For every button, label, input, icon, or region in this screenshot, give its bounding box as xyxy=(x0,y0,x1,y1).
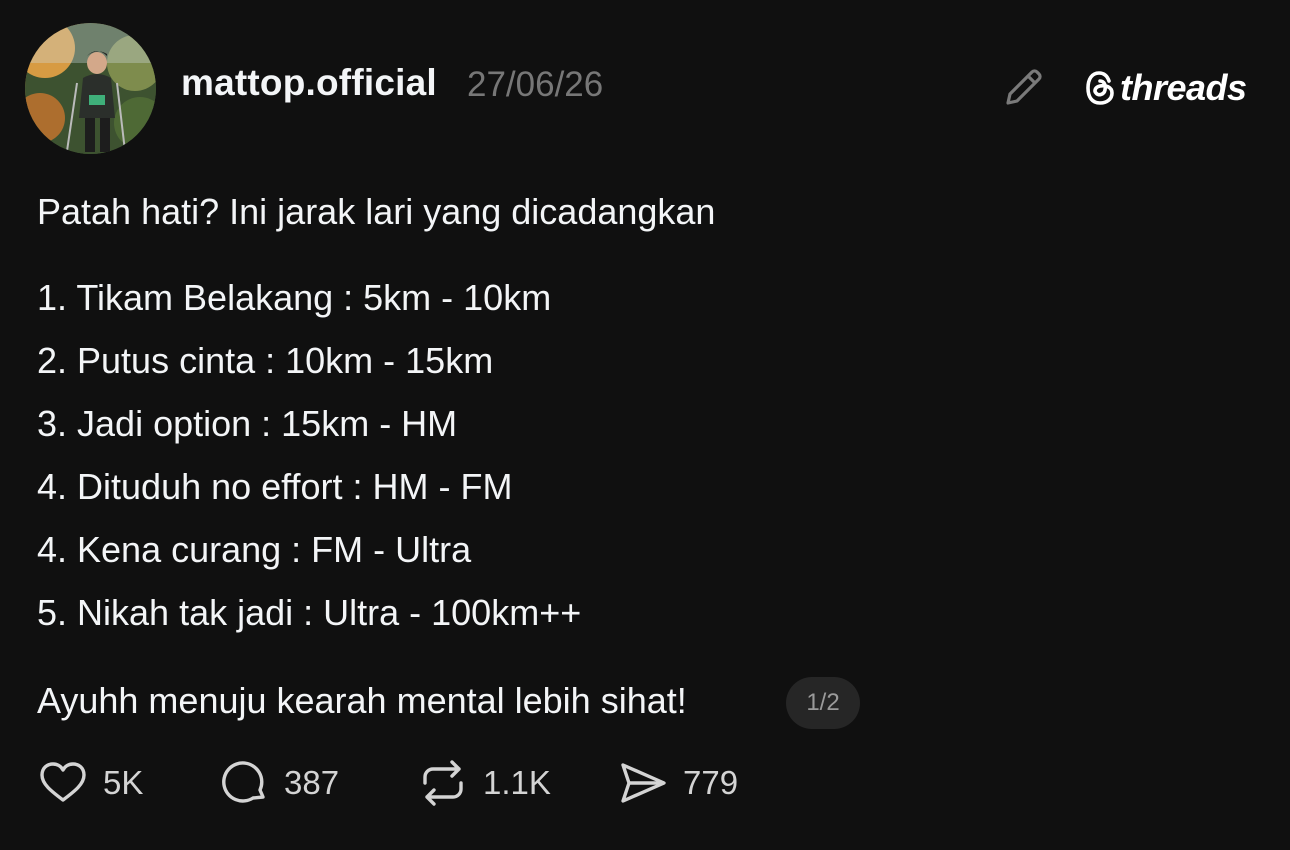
list-item: 4. Dituduh no effort : HM - FM xyxy=(37,466,513,507)
reply-count: 387 xyxy=(284,764,340,801)
username[interactable]: mattop.official xyxy=(181,62,437,104)
brand-name: threads xyxy=(1120,67,1247,108)
heart-icon xyxy=(40,762,86,802)
share-button[interactable]: 779 xyxy=(617,756,738,810)
list-item: 1. Tikam Belakang : 5km - 10km xyxy=(37,277,552,318)
post-closing: Ayuhh menuju kearah mental lebih sihat! xyxy=(37,680,687,721)
post-date: 27/06/26 xyxy=(467,65,604,104)
repost-count: 1.1K xyxy=(483,764,551,801)
share-count: 779 xyxy=(683,764,739,801)
send-icon xyxy=(621,763,666,803)
threads-icon xyxy=(1086,71,1114,105)
avatar[interactable] xyxy=(25,23,156,154)
list-item: 2. Putus cinta : 10km - 15km xyxy=(37,340,494,381)
threads-logo: threads xyxy=(1084,66,1247,110)
like-button[interactable]: 5K xyxy=(37,756,143,810)
list-item: 3. Jadi option : 15km - HM xyxy=(37,403,458,444)
repost-icon xyxy=(423,760,463,806)
post-intro: Patah hati? Ini jarak lari yang dicadang… xyxy=(37,191,716,232)
reply-button[interactable]: 387 xyxy=(218,756,339,810)
profile-photo xyxy=(25,23,156,154)
threads-post: mattop.official 27/06/26 threads Patah h… xyxy=(0,0,1290,850)
list-item: 5. Nikah tak jadi : Ultra - 100km++ xyxy=(37,592,582,633)
pencil-icon[interactable] xyxy=(1000,63,1048,111)
repost-button[interactable]: 1.1K xyxy=(417,756,551,810)
page-indicator-badge: 1/2 xyxy=(786,677,860,729)
like-count: 5K xyxy=(103,764,144,801)
list-item: 4. Kena curang : FM - Ultra xyxy=(37,529,472,570)
comment-icon xyxy=(222,761,265,803)
